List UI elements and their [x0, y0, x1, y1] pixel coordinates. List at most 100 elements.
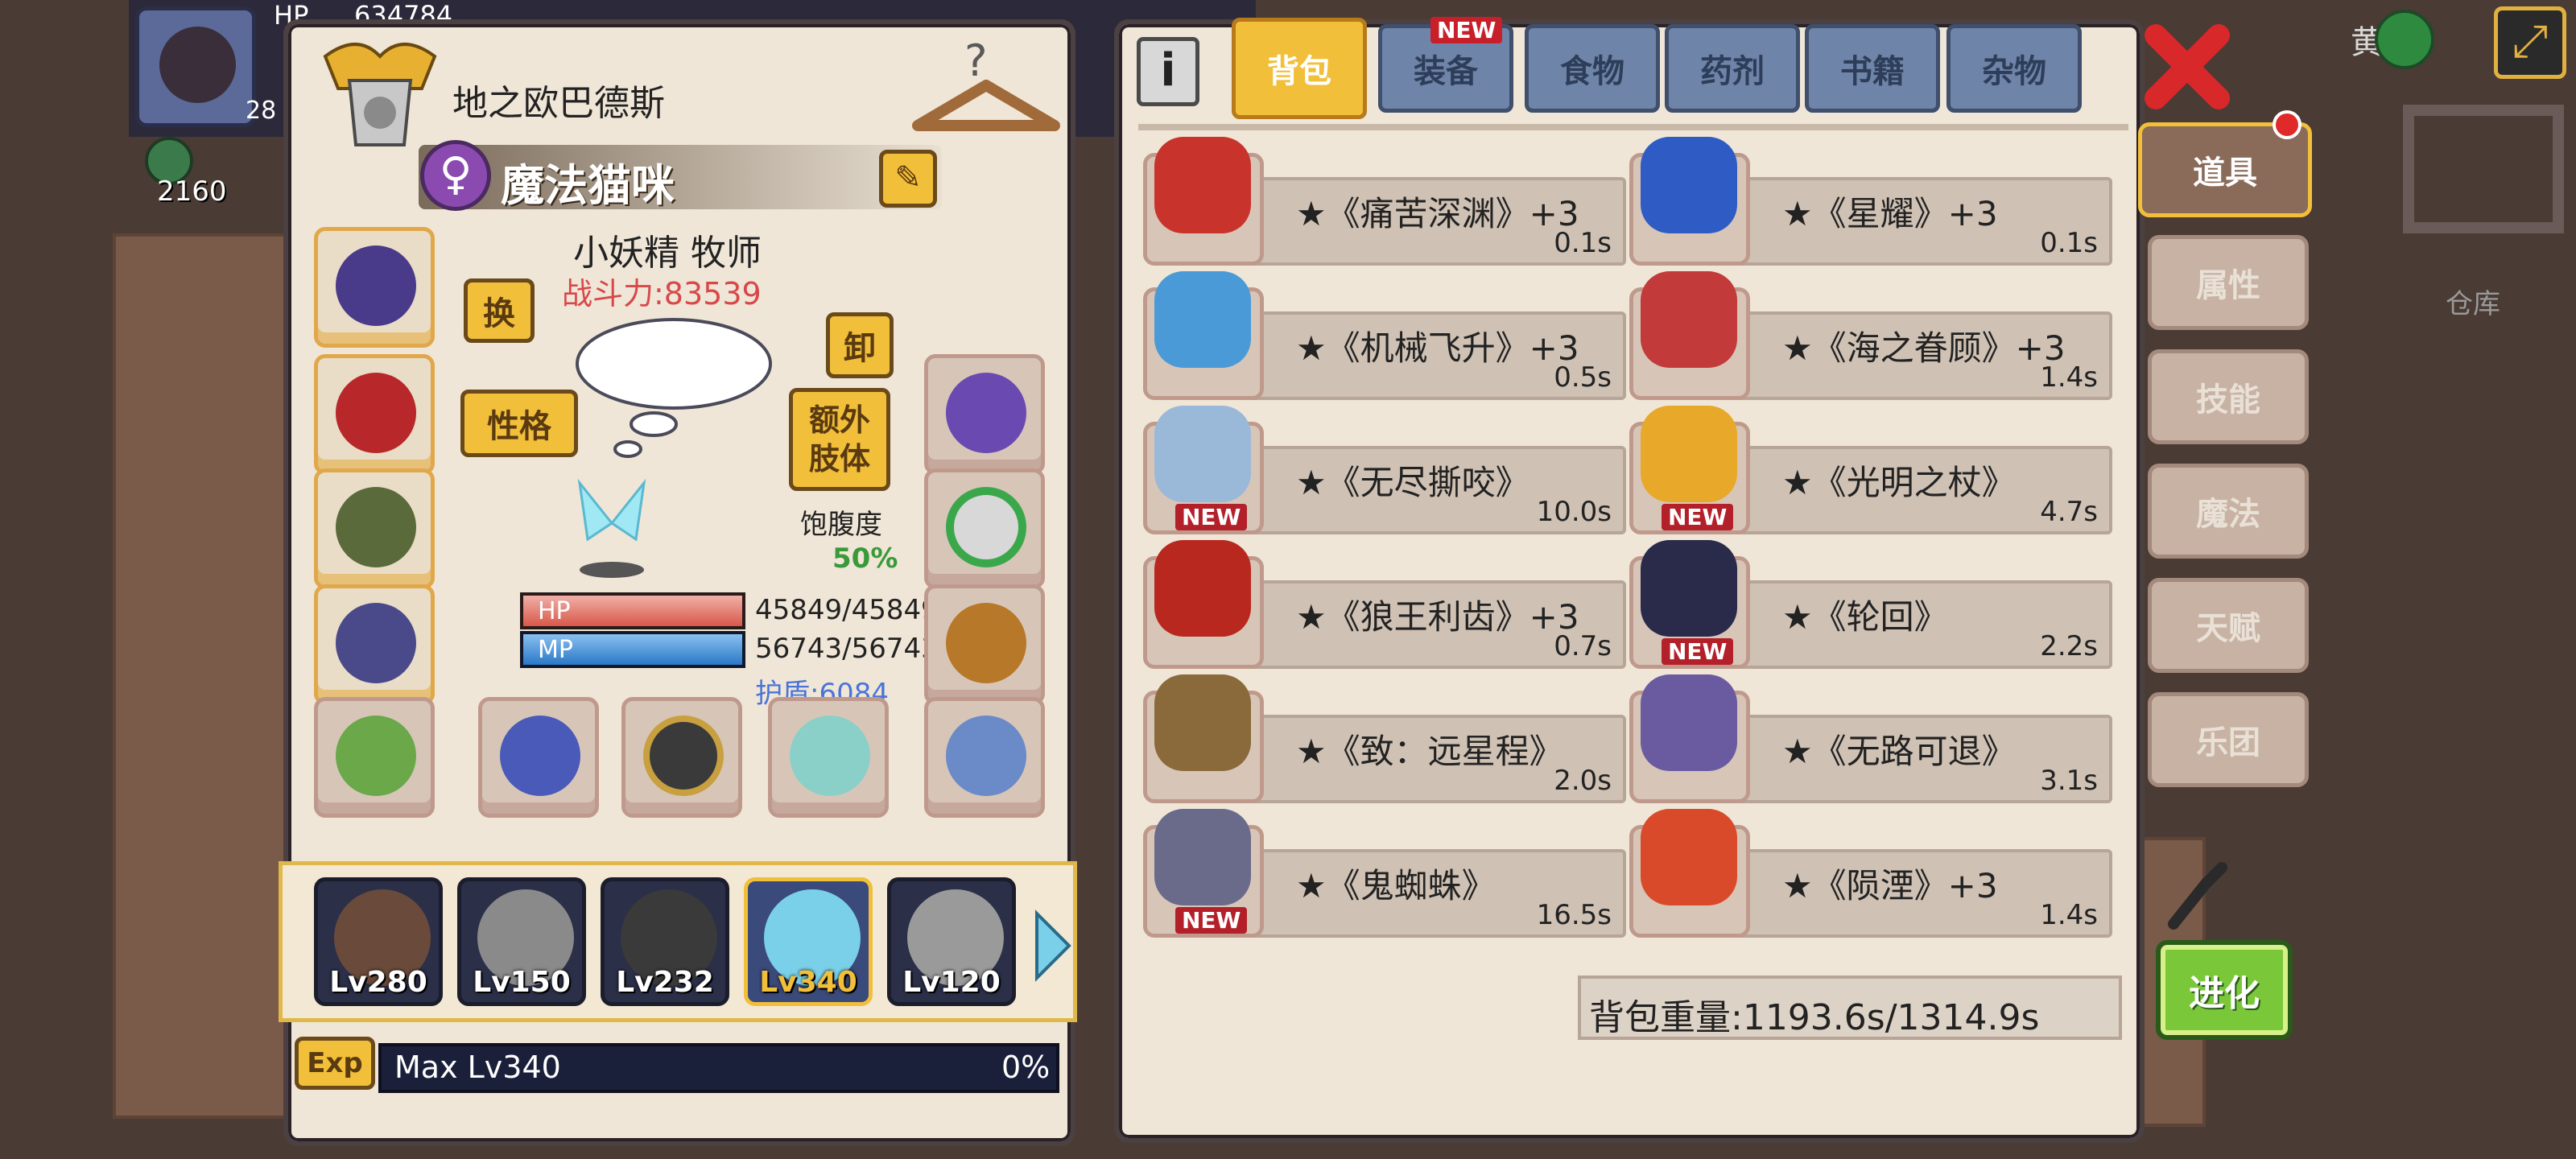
name-banner — [419, 145, 942, 209]
sidebar-tab[interactable]: 乐团 — [2148, 692, 2309, 787]
claw-icon — [946, 716, 1026, 796]
item-name: ★《星耀》+3 — [1782, 194, 1998, 233]
combat-power: 战斗力:83539 — [562, 276, 762, 311]
equip-slot-weapon[interactable] — [478, 697, 599, 818]
item-name: ★《光明之杖》 — [1782, 463, 2016, 502]
network-globe-icon[interactable] — [2375, 10, 2434, 69]
item-weight: 2.0s — [1554, 765, 1612, 797]
inventory-tab-label: 食物 — [1560, 53, 1624, 90]
item-icon — [1154, 540, 1251, 637]
sidebar-tab[interactable]: 技能 — [2148, 349, 2309, 444]
sidebar-tab[interactable]: 属性 — [2148, 235, 2309, 330]
sidebar-tab-label: 技能 — [2196, 382, 2260, 419]
personality-button[interactable]: 性格 — [460, 390, 578, 457]
party-member-portrait[interactable]: Lv150 — [457, 877, 586, 1006]
equip-slot-boots[interactable] — [924, 584, 1045, 705]
inventory-tab[interactable]: 药剂 — [1665, 24, 1800, 113]
sidebar-tab[interactable]: 魔法 — [2148, 464, 2309, 559]
inventory-item[interactable]: ★《鬼蜘蛛》 16.5s NEW — [1143, 809, 1626, 938]
bag-weight-box: 背包重量:1193.6s/1314.9s — [1578, 975, 2122, 1040]
equip-slot-extra[interactable] — [924, 697, 1045, 818]
evolve-button[interactable]: 进化 — [2156, 940, 2293, 1040]
item-name: ★《轮回》 — [1782, 597, 1948, 637]
equip-slot-gloves[interactable] — [924, 354, 1045, 475]
dark-crown-icon — [336, 245, 416, 326]
fairy-character-sprite — [572, 475, 652, 580]
item-name: ★《海之眷顾》+3 — [1782, 328, 2066, 368]
inventory-item[interactable]: ★《陨湮》+3 1.4s — [1629, 809, 2112, 938]
equip-slot-pants[interactable] — [314, 584, 435, 705]
inventory-item[interactable]: ★《致：远星程》 2.0s — [1143, 674, 1626, 803]
item-name: ★《机械飞升》+3 — [1296, 328, 1579, 368]
item-weight: 1.4s — [2040, 361, 2098, 394]
inventory-item[interactable]: ★《痛苦深渊》+3 0.1s — [1143, 137, 1626, 266]
hp-bar-label: HP — [538, 597, 571, 625]
sidebar-tab-label: 乐团 — [2196, 724, 2260, 761]
close-icon[interactable] — [2145, 24, 2230, 109]
equip-slot-offhand[interactable] — [768, 697, 889, 818]
inventory-item[interactable]: ★《光明之杖》 4.7s NEW — [1629, 406, 2112, 534]
item-icon — [1641, 271, 1737, 368]
item-name: ★《致：远星程》 — [1296, 732, 1563, 771]
party-member-portrait[interactable]: Lv340 — [744, 877, 873, 1006]
party-member-level: Lv232 — [616, 966, 714, 999]
bag-weight-text: 背包重量:1193.6s/1314.9s — [1589, 997, 2040, 1038]
inventory-item[interactable]: ★《轮回》 2.2s NEW — [1629, 540, 2112, 669]
inventory-item[interactable]: ★《无尽撕咬》 10.0s NEW — [1143, 406, 1626, 534]
exp-label: Exp — [295, 1037, 375, 1090]
inventory-tab[interactable]: 装备 NEW — [1378, 17, 1513, 113]
equip-slot-armor[interactable] — [314, 468, 435, 589]
item-icon — [1154, 271, 1251, 368]
mirror-icon — [946, 487, 1026, 567]
equip-slot-ring[interactable] — [314, 697, 435, 818]
inventory-tab-label: 药剂 — [1700, 53, 1765, 90]
mp-bar: MP — [520, 631, 745, 668]
info-icon[interactable]: i — [1137, 37, 1199, 106]
item-weight: 3.1s — [2040, 765, 2098, 797]
item-weight: 2.2s — [2040, 630, 2098, 662]
hanger-help-icon[interactable]: ? — [910, 35, 1063, 142]
inventory-tab[interactable]: 书籍 — [1805, 24, 1940, 113]
swap-button[interactable]: 换 — [464, 278, 535, 343]
sidebar-tab-label: 天赋 — [2196, 610, 2260, 647]
item-icon — [1641, 406, 1737, 502]
hp-bar: HP — [520, 592, 745, 629]
equip-slot-accessory[interactable] — [924, 468, 1045, 589]
exp-text: Max Lv340 — [394, 1050, 561, 1085]
exit-fullscreen-icon[interactable]: ⤢ — [2494, 6, 2566, 79]
sidebar-tab[interactable]: 道具 — [2138, 110, 2312, 217]
inventory-tab[interactable]: 背包 — [1232, 18, 1367, 119]
armor-icon — [336, 487, 416, 567]
player-avatar[interactable] — [135, 6, 256, 127]
party-next-arrow-icon[interactable] — [1029, 909, 1075, 982]
item-weight: 1.4s — [2040, 899, 2098, 931]
inventory-tab[interactable]: 杂物 — [1946, 24, 2082, 113]
unequip-button[interactable]: 卸 — [826, 312, 894, 378]
mp-bar-label: MP — [538, 636, 573, 664]
equip-slot-amulet[interactable] — [314, 354, 435, 475]
item-icon — [1641, 809, 1737, 905]
leg-armor-icon — [336, 603, 416, 683]
party-member-portrait[interactable]: Lv232 — [601, 877, 729, 1006]
boot-icon — [946, 603, 1026, 683]
inventory-item[interactable]: ★《海之眷顾》+3 1.4s — [1629, 271, 2112, 400]
item-icon — [1641, 674, 1737, 771]
inventory-item[interactable]: ★《机械飞升》+3 0.5s — [1143, 271, 1626, 400]
extra-limb-button[interactable]: 额外肢体 — [789, 388, 890, 491]
item-icon — [1154, 137, 1251, 233]
party-member-portrait[interactable]: Lv280 — [314, 877, 443, 1006]
inventory-tab[interactable]: 食物 — [1525, 24, 1660, 113]
satiety-label: 饱腹度 — [800, 509, 882, 541]
sidebar-tab[interactable]: 天赋 — [2148, 578, 2309, 673]
hp-value: 45849/45849 — [755, 594, 939, 626]
minimap-icon[interactable] — [2403, 105, 2564, 233]
equip-slot-shield[interactable] — [621, 697, 742, 818]
inventory-item[interactable]: ★《星耀》+3 0.1s — [1629, 137, 2112, 266]
inventory-item[interactable]: ★《狼王利齿》+3 0.7s — [1143, 540, 1626, 669]
equip-slot-helmet[interactable] — [314, 227, 435, 348]
warehouse-label[interactable]: 仓库 — [2446, 282, 2500, 321]
new-badge: NEW — [1662, 504, 1734, 530]
inventory-item[interactable]: ★《无路可退》 3.1s — [1629, 674, 2112, 803]
party-member-portrait[interactable]: Lv120 — [887, 877, 1016, 1006]
rename-edit-icon[interactable]: ✎ — [879, 150, 937, 208]
